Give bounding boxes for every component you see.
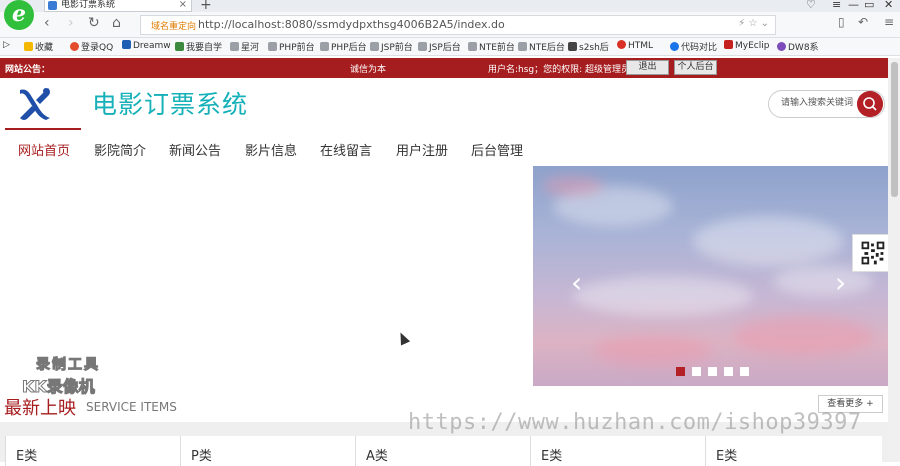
nav-item-home[interactable]: 网站首页 xyxy=(18,140,70,159)
url-field[interactable]: 域名重定向 http://localhost:8080/ssmdydpxthsg… xyxy=(140,15,776,35)
bookmark-item[interactable]: 星河 xyxy=(230,40,259,53)
maximize-icon[interactable]: ▭ xyxy=(864,0,874,11)
nav-item-cinema-intro[interactable]: 影院简介 xyxy=(94,140,146,159)
bookmark-item[interactable]: 登录QQ xyxy=(70,40,113,53)
personal-backend-button[interactable]: 个人后台 xyxy=(674,60,717,75)
notice-bar: 网站公告： 诚信为本 用户名:hsg；您的权限: 超级管理员 退出 个人后台 xyxy=(0,58,888,78)
tab-favicon-icon xyxy=(48,1,57,10)
bookmark-item[interactable]: PHP后台 xyxy=(320,40,367,53)
nav-item-news[interactable]: 新闻公告 xyxy=(169,140,221,159)
main-nav: 网站首页 影院简介 新闻公告 影片信息 在线留言 用户注册 后台管理 xyxy=(0,128,888,164)
category-label: E类 xyxy=(716,449,738,464)
url-watermark: https://www.huzhan.com/ishop39397 xyxy=(408,410,862,435)
category-label: E类 xyxy=(541,449,563,464)
section-subtitle: SERVICE ITEMS xyxy=(86,400,177,414)
refresh-icon[interactable]: ↻ xyxy=(88,15,100,31)
bookmark-item[interactable]: 我要自学 xyxy=(175,40,222,53)
qr-code-icon[interactable] xyxy=(852,234,892,272)
category-label: E类 xyxy=(16,449,38,464)
bookmark-item[interactable]: MyEclip xyxy=(724,40,769,51)
url-tag: 域名重定向 xyxy=(151,22,197,32)
notice-marquee: 诚信为本 xyxy=(350,65,387,75)
bookmarks-toggle-icon[interactable]: ▷ xyxy=(3,40,10,50)
close-window-icon[interactable]: ✕ xyxy=(884,0,893,11)
forward-icon[interactable]: › xyxy=(68,15,74,31)
device-icon[interactable]: ▯ xyxy=(838,15,845,29)
carousel-dot-active[interactable] xyxy=(676,367,685,376)
nav-item-admin[interactable]: 后台管理 xyxy=(471,140,523,159)
tab-close-icon[interactable]: × xyxy=(179,0,187,10)
bookmark-item[interactable]: Dreamw xyxy=(122,40,171,51)
lightning-icon[interactable]: ⚡ ☆ ⌄ xyxy=(738,18,769,29)
minimize-icon[interactable]: — xyxy=(848,0,859,11)
search-input[interactable] xyxy=(781,97,861,107)
category-label: A类 xyxy=(366,449,388,464)
carousel-dot[interactable] xyxy=(692,367,701,376)
recording-watermark-line1: 录制工具 xyxy=(36,357,100,374)
browser-logo-icon: e xyxy=(4,0,34,30)
carousel-next-icon[interactable]: › xyxy=(835,266,846,299)
section-title: 最新上映 xyxy=(4,398,76,419)
undo-icon[interactable]: ↶ xyxy=(858,15,868,29)
menu-icon[interactable]: ≡ xyxy=(832,0,841,11)
nav-item-movies[interactable]: 影片信息 xyxy=(245,140,297,159)
nav-item-register[interactable]: 用户注册 xyxy=(396,140,448,159)
bookmark-item[interactable]: 代码对比 xyxy=(670,40,717,53)
carousel-dot[interactable] xyxy=(740,367,749,376)
scrollbar-thumb[interactable] xyxy=(891,62,898,197)
logout-button[interactable]: 退出 xyxy=(626,60,669,75)
settings-menu-icon[interactable]: ≡ xyxy=(884,15,894,29)
bookmark-item[interactable]: DW8系 xyxy=(777,40,819,53)
home-icon[interactable]: ⌂ xyxy=(112,15,121,31)
carousel-dot[interactable] xyxy=(708,367,717,376)
bookmark-item[interactable]: JSP前台 xyxy=(370,40,413,53)
site-logo-icon[interactable] xyxy=(18,86,52,122)
category-label: P类 xyxy=(191,449,212,464)
search-button[interactable] xyxy=(857,91,883,117)
user-info: 用户名:hsg；您的权限: 超级管理员 xyxy=(488,65,631,75)
nav-item-messages[interactable]: 在线留言 xyxy=(320,140,372,159)
bookmark-item[interactable]: 收藏 xyxy=(24,40,53,53)
bookmark-item[interactable]: s2sh后 xyxy=(568,40,609,53)
site-title: 电影订票系统 xyxy=(92,90,249,119)
back-icon[interactable]: ‹ xyxy=(44,15,50,31)
bookmark-item[interactable]: JSP后台 xyxy=(418,40,461,53)
banner-carousel[interactable]: ‹ › xyxy=(533,166,893,386)
tab-title: 电影订票系统 xyxy=(61,0,116,10)
bookmark-item[interactable]: HTML xyxy=(617,40,653,51)
pin-icon[interactable]: ♡ xyxy=(806,0,816,11)
browser-tab[interactable]: 电影订票系统 × xyxy=(44,0,192,12)
notice-label: 网站公告： xyxy=(5,65,51,75)
carousel-dot[interactable] xyxy=(724,367,733,376)
bookmark-item[interactable]: NTE前台 xyxy=(468,40,515,53)
bookmark-item[interactable]: PHP前台 xyxy=(268,40,315,53)
address-bar: ‹ › ↻ ⌂ 域名重定向 http://localhost:8080/ssmd… xyxy=(0,12,900,38)
url-text: http://localhost:8080/ssmdydpxthsg4006B2… xyxy=(198,18,505,31)
bookmark-item[interactable]: NTE后台 xyxy=(518,40,565,53)
carousel-prev-icon[interactable]: ‹ xyxy=(571,266,582,299)
bookmarks-bar: ▷ 收藏 登录QQ Dreamw 我要自学 星河 PHP前台 PHP后台 JSP… xyxy=(0,38,900,56)
